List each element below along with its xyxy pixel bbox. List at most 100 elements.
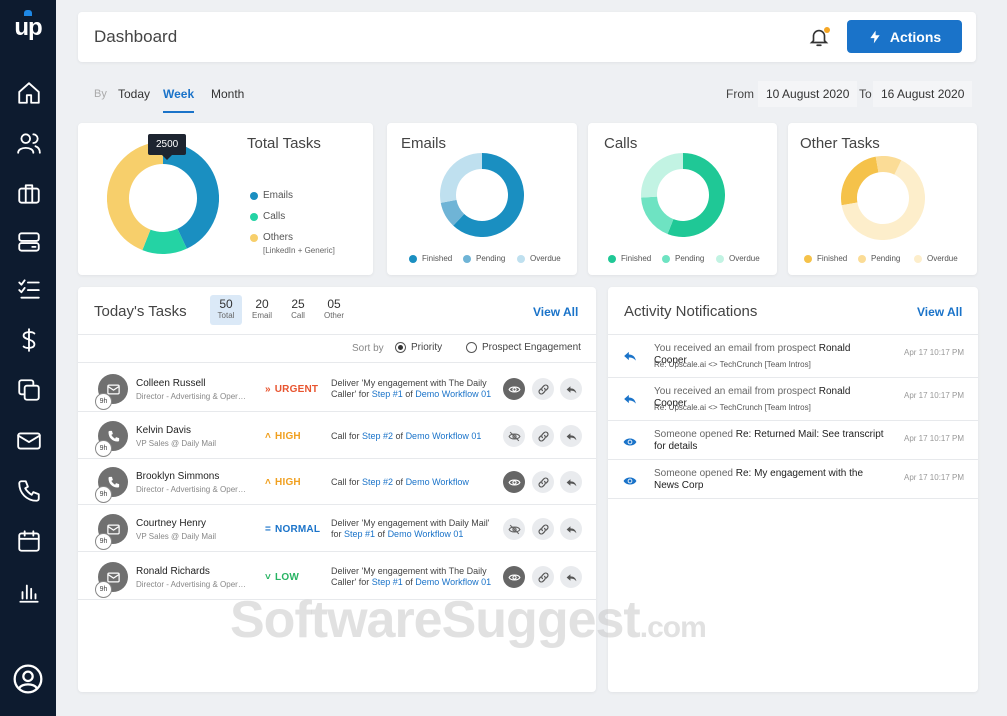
- legend-label: Overdue: [530, 254, 561, 263]
- task-description: Call for Step #2 of Demo Workflow: [331, 477, 501, 488]
- tab-today[interactable]: Today: [118, 87, 150, 101]
- donut-slice-others[interactable]: [107, 142, 164, 251]
- bar-chart-icon[interactable]: [16, 579, 42, 605]
- app-logo[interactable]: up: [0, 10, 56, 42]
- task-row[interactable]: 9h Kelvin Davis VP Sales @ Daily Mail ˄ HIGH…: [78, 412, 596, 459]
- workflow-link[interactable]: Demo Workflow 01: [415, 389, 491, 399]
- calendar-icon[interactable]: [16, 528, 42, 554]
- notification-item[interactable]: You received an email from prospect Rona…: [608, 378, 978, 421]
- from-date-field[interactable]: 10 August 2020: [758, 81, 858, 107]
- legend-finished: Finished: [608, 254, 651, 263]
- legend-pending: Pending: [662, 254, 704, 263]
- sort-engagement-radio[interactable]: Prospect Engagement: [466, 342, 581, 353]
- workflow-link[interactable]: Demo Workflow 01: [388, 529, 464, 539]
- link-button[interactable]: [532, 518, 554, 540]
- count-call[interactable]: 25 Call: [282, 295, 314, 325]
- avatar: 9h: [95, 374, 128, 410]
- checklist-icon[interactable]: [16, 276, 42, 302]
- activity-view-all-link[interactable]: View All: [917, 305, 962, 319]
- donut-slice-finished[interactable]: [841, 156, 879, 206]
- count-email[interactable]: 20 Email: [246, 295, 278, 325]
- view-toggle-button[interactable]: [503, 566, 525, 588]
- to-date-field[interactable]: 16 August 2020: [873, 81, 973, 107]
- donut-slice-pending[interactable]: [875, 156, 902, 175]
- notification-item[interactable]: Someone opened Re: Returned Mail: See tr…: [608, 421, 978, 460]
- link-icon: [538, 384, 548, 394]
- phone-icon[interactable]: [16, 478, 42, 504]
- count-label: Total: [217, 311, 235, 320]
- legend-overdue: Overdue: [716, 254, 760, 263]
- contact-name[interactable]: Ronald Richards: [136, 566, 210, 577]
- logo-text: up: [14, 14, 42, 41]
- count-number: 25: [291, 297, 305, 311]
- avatar: 9h: [95, 421, 128, 457]
- actions-button[interactable]: Actions: [847, 20, 962, 53]
- priority-label: HIGH: [275, 431, 301, 442]
- notification-text: Someone opened Re: My engagement with th…: [654, 468, 884, 492]
- contact-name[interactable]: Brooklyn Simmons: [136, 471, 219, 482]
- notification-item[interactable]: You received an email from prospect Rona…: [608, 335, 978, 378]
- donut-slice-pending[interactable]: [440, 199, 465, 226]
- donut-slice-overdue[interactable]: [641, 153, 684, 198]
- dollar-icon[interactable]: [16, 327, 42, 353]
- inbox-icon[interactable]: [16, 229, 42, 255]
- legend-pending: Pending: [858, 254, 900, 263]
- step-link[interactable]: Step #2: [362, 431, 393, 441]
- priority-label: NORMAL: [275, 524, 321, 535]
- user-circle-icon[interactable]: [12, 663, 44, 695]
- donut-slice-finished[interactable]: [667, 153, 725, 237]
- mail-icon[interactable]: [16, 428, 42, 454]
- task-row[interactable]: 9h Colleen Russell Director - Advertising …: [78, 365, 596, 412]
- description-text: of: [375, 529, 388, 539]
- link-button[interactable]: [532, 471, 554, 493]
- count-total[interactable]: 50 Total: [210, 295, 242, 325]
- step-link[interactable]: Step #2: [362, 477, 393, 487]
- tab-week[interactable]: Week: [163, 87, 195, 113]
- reply-button[interactable]: [560, 471, 582, 493]
- reply-icon: [566, 432, 576, 440]
- users-icon[interactable]: [16, 130, 42, 156]
- bell-icon[interactable]: [808, 26, 830, 48]
- avatar: 9h: [95, 562, 128, 598]
- tasks-view-all-link[interactable]: View All: [533, 305, 578, 319]
- briefcase-icon[interactable]: [16, 181, 42, 207]
- donut-slice-emails[interactable]: [162, 142, 219, 249]
- step-link[interactable]: Step #1: [372, 389, 403, 399]
- notification-item[interactable]: Someone opened Re: My engagement with th…: [608, 460, 978, 499]
- donut-slice-calls[interactable]: [142, 228, 187, 254]
- task-row[interactable]: 9h Brooklyn Simmons Director - Advertising…: [78, 458, 596, 505]
- reply-button[interactable]: [560, 518, 582, 540]
- contact-name[interactable]: Courtney Henry: [136, 518, 206, 529]
- view-toggle-button[interactable]: [503, 518, 525, 540]
- legend-label: Calls: [263, 211, 286, 222]
- reply-button[interactable]: [560, 425, 582, 447]
- workflow-link[interactable]: Demo Workflow: [406, 477, 469, 487]
- home-icon[interactable]: [16, 80, 42, 106]
- view-toggle-button[interactable]: [503, 425, 525, 447]
- reply-button[interactable]: [560, 378, 582, 400]
- count-label: Email: [251, 311, 272, 320]
- sort-priority-radio[interactable]: Priority: [395, 342, 442, 353]
- view-toggle-button[interactable]: [503, 471, 525, 493]
- count-other[interactable]: 05 Other: [318, 295, 350, 325]
- task-row[interactable]: 9h Courtney Henry VP Sales @ Daily Mail = NO…: [78, 505, 596, 552]
- contact-name[interactable]: Colleen Russell: [136, 378, 205, 389]
- link-button[interactable]: [532, 378, 554, 400]
- donut-slice-overdue[interactable]: [440, 153, 483, 203]
- donut-slice-pending[interactable]: [641, 196, 674, 235]
- copy-icon[interactable]: [16, 377, 42, 403]
- link-button[interactable]: [532, 425, 554, 447]
- workflow-link[interactable]: Demo Workflow 01: [406, 431, 482, 441]
- step-link[interactable]: Step #1: [372, 577, 403, 587]
- contact-name[interactable]: Kelvin Davis: [136, 425, 191, 436]
- description-text: of: [402, 389, 416, 399]
- link-button[interactable]: [532, 566, 554, 588]
- workflow-link[interactable]: Demo Workflow 01: [415, 577, 491, 587]
- view-toggle-button[interactable]: [503, 378, 525, 400]
- count-label: Call: [291, 311, 305, 320]
- reply-button[interactable]: [560, 566, 582, 588]
- step-link[interactable]: Step #1: [344, 529, 375, 539]
- priority-badge: ˄ HIGH: [265, 431, 301, 442]
- tab-month[interactable]: Month: [211, 87, 244, 101]
- legend-label: Overdue: [927, 254, 958, 263]
